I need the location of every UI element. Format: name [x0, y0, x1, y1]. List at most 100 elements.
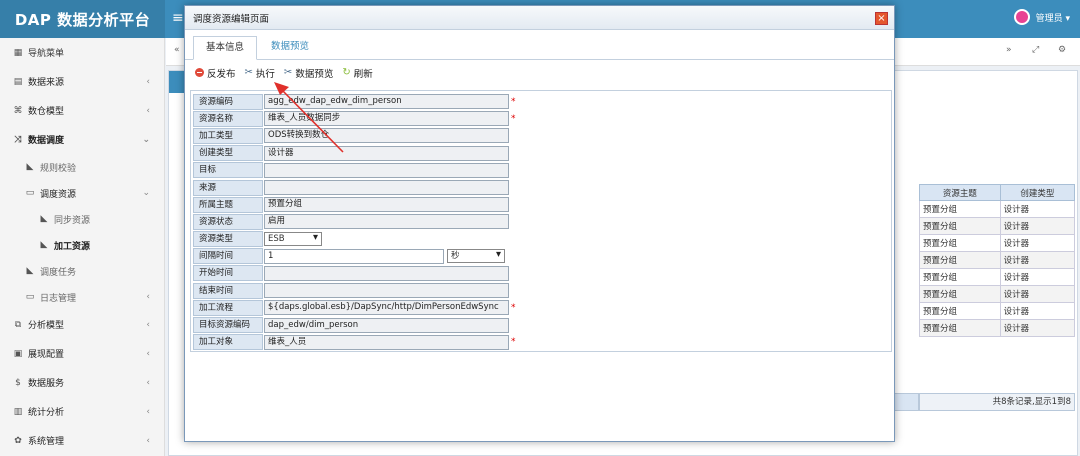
process-type-field[interactable]: ODS转换到数仓 [264, 128, 509, 144]
close-icon[interactable]: × [875, 12, 888, 25]
sidebar-item-schedule-resource[interactable]: ▭ 调度资源 ⌄ [0, 180, 164, 206]
table-row[interactable]: 预置分组 设计器 [919, 251, 1076, 269]
table-row[interactable]: 预置分组 设计器 [919, 234, 1076, 252]
tab-basic-info[interactable]: 基本信息 [193, 36, 257, 60]
record-count: 共8条记录,显示1到8 [919, 393, 1075, 411]
sidebar-item-label: 数据来源 [28, 78, 65, 88]
sidebar-item-rule-check[interactable]: ◣ 规则校验 [0, 154, 164, 180]
sidebar-item-analysis-model[interactable]: ⧉ 分析模型 ‹ [0, 310, 164, 339]
folder-icon: ▭ [25, 292, 35, 302]
tab-scroll-right-icon[interactable]: » [1006, 45, 1012, 55]
bar-chart-icon: ▥ [13, 406, 23, 417]
chevron-down-icon: ⌄ [142, 188, 150, 198]
chevron-down-icon: ⌄ [142, 134, 150, 145]
table-row[interactable]: 预置分组 设计器 [919, 268, 1076, 286]
field-label: 资源类型 [193, 231, 263, 248]
sidebar-item-schedule-task[interactable]: ◣ 调度任务 [0, 258, 164, 284]
required-mark: * [511, 96, 516, 107]
table-cell: 设计器 [999, 268, 1076, 286]
required-mark: * [511, 113, 516, 124]
tab-scroll-left-icon[interactable]: « [174, 45, 180, 55]
preview-button[interactable]: ✂ 数据预览 [284, 66, 333, 80]
interval-field[interactable]: 1 [264, 248, 444, 264]
resource-code-field[interactable]: agg_edw_dap_edw_dim_person [264, 94, 509, 110]
sidebar-item-display-config[interactable]: ▣ 展现配置 ‹ [0, 339, 164, 368]
table-row[interactable]: 预置分组 设计器 [919, 217, 1076, 235]
end-time-field[interactable] [264, 283, 509, 299]
grid-icon: ▦ [13, 47, 23, 58]
required-mark: * [511, 302, 516, 313]
sidebar-item-system[interactable]: ✿ 系统管理 ‹ [0, 426, 164, 455]
minus-circle-icon [195, 68, 204, 77]
interval-unit-select[interactable]: 秒 [447, 249, 505, 264]
sidebar-item-statistics[interactable]: ▥ 统计分析 ‹ [0, 397, 164, 426]
sidebar-item-sync-resource[interactable]: ◣ 同步资源 [0, 206, 164, 232]
table-cell: 设计器 [999, 251, 1076, 269]
sidebar-item-dw-model[interactable]: ⌘ 数仓模型 ‹ [0, 96, 164, 125]
form-row: 所属主题 预置分组 [193, 196, 891, 213]
sidebar-item-log-management[interactable]: ▭ 日志管理 ‹ [0, 284, 164, 310]
fullscreen-icon[interactable]: ⤢ [1032, 45, 1039, 55]
table-row[interactable]: 预置分组 设计器 [919, 285, 1076, 303]
chevron-left-icon: ‹ [146, 377, 150, 388]
table-row[interactable]: 预置分组 设计器 [919, 302, 1076, 320]
table-cell: 设计器 [999, 234, 1076, 252]
sidebar: ▦ 导航菜单 ▤ 数据来源 ‹ ⌘ 数仓模型 ‹ ⤨ 数据调度 ⌄ ◣ 规则校验… [0, 38, 165, 456]
status-field[interactable]: 启用 [264, 214, 509, 230]
table-cell: 预置分组 [919, 319, 1001, 337]
app-brand: DAP 数据分析平台 [0, 0, 165, 38]
process-object-field[interactable]: 维表_人员 [264, 334, 509, 350]
hamburger-icon[interactable]: ≡ [172, 10, 184, 26]
column-header[interactable]: 资源主题 [919, 184, 1001, 201]
shuffle-icon: ⤨ [14, 134, 22, 145]
start-time-field[interactable] [264, 265, 509, 281]
field-label: 加工对象 [193, 334, 263, 351]
table-cell: 设计器 [999, 319, 1076, 337]
dialog-title: 调度资源编辑页面 [185, 6, 894, 30]
execute-button[interactable]: ✂ 执行 [245, 66, 275, 80]
field-label: 开始时间 [193, 265, 263, 282]
resource-type-select[interactable]: ESB [264, 232, 322, 247]
tag-icon: ◣ [40, 240, 48, 250]
target-field[interactable] [264, 162, 509, 178]
table-row[interactable]: 预置分组 设计器 [919, 200, 1076, 218]
sidebar-item-label: 数据服务 [28, 379, 65, 389]
form-row: 加工类型 ODS转换到数仓 [193, 127, 891, 144]
unpublish-button[interactable]: 反发布 [195, 66, 236, 80]
table-cell: 设计器 [999, 285, 1076, 303]
theme-field[interactable]: 预置分组 [264, 197, 509, 213]
settings-icon[interactable]: ⚙ [1058, 45, 1066, 55]
tab-data-preview[interactable]: 数据预览 [261, 36, 319, 60]
chevron-left-icon: ‹ [146, 105, 150, 116]
process-flow-field[interactable]: ${daps.global.esb}/DapSync/http/DimPerso… [264, 300, 509, 316]
dollar-icon: $ [15, 377, 21, 388]
tools-icon: ✂ [244, 67, 253, 78]
execute-label: 执行 [255, 68, 275, 80]
user-menu[interactable]: 管理员 ▾ [1013, 9, 1070, 25]
table-cell: 预置分组 [919, 234, 1001, 252]
sidebar-item-label: 展现配置 [28, 350, 65, 360]
sidebar-item-label: 加工资源 [54, 241, 91, 252]
source-field[interactable] [264, 180, 509, 196]
sidebar-item-nav-menu[interactable]: ▦ 导航菜单 [0, 38, 164, 67]
sidebar-item-process-resource[interactable]: ◣ 加工资源 [0, 232, 164, 258]
target-resource-code-field[interactable]: dap_edw/dim_person [264, 317, 509, 333]
resource-name-field[interactable]: 维表_人员数据同步 [264, 111, 509, 127]
tag-icon: ◣ [26, 162, 34, 172]
table-cell: 预置分组 [919, 268, 1001, 286]
sidebar-item-data-service[interactable]: $ 数据服务 ‹ [0, 368, 164, 397]
table-cell: 预置分组 [919, 302, 1001, 320]
unpublish-label: 反发布 [207, 68, 236, 80]
create-type-field[interactable]: 设计器 [264, 145, 509, 161]
sidebar-item-label: 调度任务 [40, 267, 77, 278]
field-label: 资源名称 [193, 110, 263, 127]
table-row[interactable]: 预置分组 设计器 [919, 319, 1076, 337]
sidebar-item-scheduling[interactable]: ⤨ 数据调度 ⌄ [0, 125, 164, 154]
preview-label: 数据预览 [295, 68, 334, 80]
field-label: 资源编码 [193, 93, 263, 110]
field-label: 结束时间 [193, 282, 263, 299]
table-cell: 设计器 [999, 302, 1076, 320]
refresh-button[interactable]: ↻ 刷新 [342, 66, 372, 80]
column-header[interactable]: 创建类型 [999, 184, 1076, 201]
sidebar-item-data-source[interactable]: ▤ 数据来源 ‹ [0, 67, 164, 96]
